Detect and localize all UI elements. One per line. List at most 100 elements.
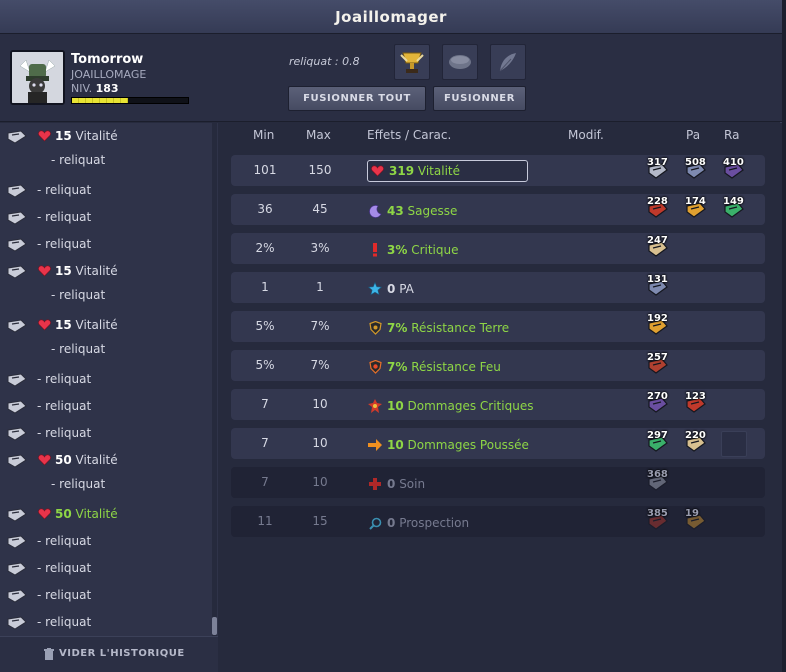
history-subitem: - reliquat [0, 151, 210, 171]
effect-name: Sagesse [407, 204, 458, 218]
moon-icon [367, 203, 383, 219]
header-modif: Modif. [568, 128, 604, 142]
rune-button[interactable]: 297 [645, 430, 671, 457]
stone-slot[interactable] [442, 44, 478, 80]
fusionner-button[interactable]: FUSIONNER [433, 86, 526, 111]
window-title: Joaillomager [335, 8, 447, 26]
rune-button[interactable]: 149 [721, 196, 747, 223]
history-subtext: - reliquat [51, 477, 106, 491]
title-bar[interactable]: Joaillomager [0, 0, 782, 34]
table-row[interactable]: 36 45 43 Sagesse 228 174 149 [231, 194, 765, 225]
table-row[interactable]: 101 150 319 Vitalité 317 508 410 [231, 155, 765, 186]
rune-button[interactable]: 174 [683, 196, 709, 223]
feather-slot[interactable] [490, 44, 526, 80]
effect-cell: 43 Sagesse [367, 200, 457, 222]
history-text: - reliquat [37, 426, 92, 440]
rune-button[interactable]: 368 [645, 469, 671, 496]
rune-count: 385 [647, 508, 668, 519]
max-value: 10 [312, 397, 328, 411]
table-row[interactable]: 7 10 10 Dommages Poussée 297 220 [231, 428, 765, 459]
effect-text: 43 Sagesse [387, 204, 457, 218]
effects-table: Min Max Effets / Carac. Modif. Pa Ra 101… [219, 123, 782, 672]
rune-icon [7, 616, 27, 633]
rune-button[interactable]: 385 [645, 508, 671, 535]
effect-value: 10 [387, 399, 404, 413]
history-item: - reliquat [0, 370, 210, 390]
effect-name: Résistance Feu [411, 360, 501, 374]
history-effect: Vitalité [75, 318, 118, 332]
rune-button[interactable]: 508 [683, 157, 709, 184]
joaillomager-window: Joaillomager Tomorrow JOAILLOMAGE NIV. 1… [0, 0, 782, 672]
effect-cell[interactable]: 319 Vitalité [367, 160, 528, 182]
rune-icon [7, 319, 27, 336]
heart-icon [38, 454, 51, 469]
effect-cell: 0 Soin [367, 473, 425, 495]
rune-button[interactable]: 192 [645, 313, 671, 340]
table-row[interactable]: 5% 7% 7% Résistance Terre 192 [231, 311, 765, 342]
slot-stone-icon [449, 55, 471, 69]
history-item: 50 Vitalité [0, 505, 210, 525]
rune-count: 508 [685, 157, 706, 168]
effect-value: 0 [387, 516, 396, 530]
table-row[interactable]: 7 10 0 Soin 368 [231, 467, 765, 498]
effect-value: 10 [387, 438, 404, 452]
history-value: 15 [55, 264, 72, 278]
max-value: 7% [310, 319, 330, 333]
effect-name: Dommages Critiques [407, 399, 534, 413]
effect-name: Critique [411, 243, 459, 257]
rune-button[interactable]: 19 [683, 508, 709, 535]
heart-icon [38, 319, 51, 334]
rune-button[interactable]: 220 [683, 430, 709, 457]
history-item: - reliquat [0, 586, 210, 606]
table-row[interactable]: 2% 3% 3% Critique 247 [231, 233, 765, 264]
history-text: - reliquat [37, 399, 92, 413]
fusionner-tout-button[interactable]: FUSIONNER TOUT [288, 86, 426, 111]
history-text: - reliquat [37, 237, 92, 251]
max-value: 45 [312, 202, 328, 216]
history-item: - reliquat [0, 235, 210, 255]
history-item: 50 Vitalité [0, 451, 210, 471]
rune-button[interactable]: 317 [645, 157, 671, 184]
table-row[interactable]: 11 15 0 Prospection 385 19 [231, 506, 765, 537]
min-value: 7 [261, 475, 269, 489]
history-item: - reliquat [0, 181, 210, 201]
history-value: 50 [55, 453, 72, 467]
empty-rune-slot[interactable] [721, 431, 747, 457]
rune-button[interactable]: 270 [645, 391, 671, 418]
rune-button[interactable]: 123 [683, 391, 709, 418]
history-scrollbar[interactable] [212, 123, 217, 636]
header-effects: Effets / Carac. [367, 128, 452, 142]
table-row[interactable]: 5% 7% 7% Résistance Feu 257 [231, 350, 765, 381]
history-text: 15 Vitalité [55, 264, 118, 278]
scrollbar-thumb[interactable] [212, 617, 217, 635]
history-text: 50 Vitalité [55, 453, 118, 467]
rune-button[interactable]: 228 [645, 196, 671, 223]
history-value: 15 [55, 129, 72, 143]
heart-icon [38, 265, 51, 280]
history-list[interactable]: 15 Vitalité - reliquat - reliquat - reliqua… [0, 123, 218, 636]
rune-button[interactable]: 257 [645, 352, 671, 379]
history-subitem: - reliquat [0, 340, 210, 360]
table-row[interactable]: 1 1 0 PA 131 [231, 272, 765, 303]
header-max: Max [306, 128, 331, 142]
effect-value: 3% [387, 243, 408, 257]
effect-text: 319 Vitalité [389, 164, 460, 178]
effect-cell: 0 PA [367, 278, 414, 300]
effect-value: 0 [387, 282, 396, 296]
table-row[interactable]: 7 10 10 Dommages Critiques 270 123 [231, 389, 765, 420]
effect-name: Vitalité [417, 164, 460, 178]
rune-icon [7, 454, 27, 471]
effect-cell: 7% Résistance Terre [367, 317, 509, 339]
rune-button[interactable]: 410 [721, 157, 747, 184]
rune-button[interactable]: 131 [645, 274, 671, 301]
effect-value: 319 [389, 164, 415, 178]
max-value: 7% [310, 358, 330, 372]
effect-value: 7% [387, 360, 408, 374]
magnifier-icon [367, 515, 383, 531]
trophy-rune-slot[interactable] [394, 44, 430, 80]
history-effect: Vitalité [75, 507, 118, 521]
rune-button[interactable]: 247 [645, 235, 671, 262]
clear-history-button[interactable]: VIDER L'HISTORIQUE [59, 648, 185, 659]
rune-icon [7, 562, 27, 579]
character-bar: Tomorrow JOAILLOMAGE NIV. 183 reliquat :… [0, 34, 782, 122]
